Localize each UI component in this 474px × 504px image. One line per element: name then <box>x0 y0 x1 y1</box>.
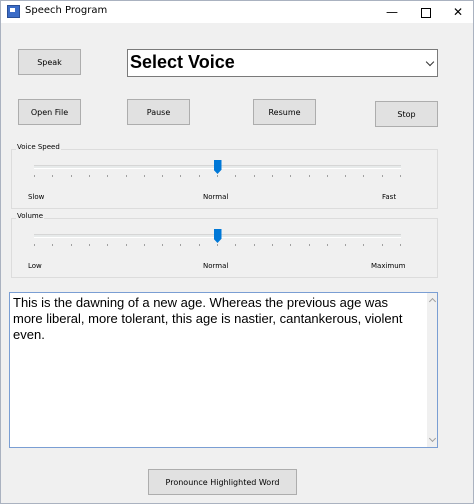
voice-speed-label: Voice Speed <box>16 143 61 151</box>
slider-tick <box>198 175 200 177</box>
chevron-down-icon <box>425 57 435 67</box>
voice-speed-group: Voice Speed Slow Normal Fast <box>11 143 438 209</box>
app-icon <box>7 5 20 18</box>
slider-tick <box>198 244 200 246</box>
slider-tick <box>180 175 182 177</box>
slider-tick <box>34 175 35 177</box>
slider-tick <box>162 175 164 177</box>
slider-tick <box>326 175 328 177</box>
voice-speed-max-label: Fast <box>382 193 397 201</box>
minimize-button[interactable]: — <box>377 1 407 23</box>
slider-tick <box>326 244 328 246</box>
slider-tick <box>400 244 401 246</box>
slider-tick <box>381 175 383 177</box>
slider-tick <box>217 175 218 177</box>
slider-tick <box>52 175 54 177</box>
slider-tick <box>290 244 292 246</box>
slider-tick <box>143 244 145 246</box>
app-window: Speech Program — ✕ Speak Select Voice Op… <box>0 0 474 504</box>
volume-max-label: Maximum <box>371 262 406 270</box>
pause-button[interactable]: Pause <box>127 99 190 125</box>
title-bar: Speech Program — ✕ <box>1 1 473 23</box>
scroll-down-icon[interactable] <box>427 435 437 445</box>
slider-tick <box>52 244 54 246</box>
voice-speed-ticks <box>34 175 401 178</box>
slider-tick <box>88 175 90 177</box>
slider-tick <box>363 175 365 177</box>
slider-tick <box>363 244 365 246</box>
slider-tick <box>125 175 127 177</box>
volume-min-label: Low <box>28 262 42 270</box>
slider-tick <box>162 244 164 246</box>
slider-tick <box>88 244 90 246</box>
close-icon: ✕ <box>452 5 464 19</box>
volume-thumb[interactable] <box>213 229 222 243</box>
slider-tick <box>308 244 310 246</box>
slider-tick <box>253 244 255 246</box>
slider-tick <box>345 244 347 246</box>
slider-tick <box>345 175 347 177</box>
slider-tick <box>253 175 255 177</box>
close-button[interactable]: ✕ <box>443 1 473 23</box>
slider-tick <box>70 175 72 177</box>
stop-button[interactable]: Stop <box>375 101 438 127</box>
slider-tick <box>70 244 72 246</box>
slider-tick <box>308 175 310 177</box>
volume-mid-label: Normal <box>203 262 229 270</box>
volume-group: Volume Low Normal Maximum <box>11 212 438 278</box>
volume-ticks <box>34 244 401 247</box>
speech-text: This is the dawning of a new age. Wherea… <box>13 295 403 342</box>
voice-speed-thumb[interactable] <box>213 160 222 174</box>
voice-speed-mid-label: Normal <box>203 193 229 201</box>
slider-tick <box>290 175 292 177</box>
slider-tick <box>107 244 109 246</box>
open-file-button[interactable]: Open File <box>18 99 81 125</box>
pronounce-highlighted-word-button[interactable]: Pronounce Highlighted Word <box>148 469 297 495</box>
slider-tick <box>381 244 383 246</box>
slider-tick <box>235 175 237 177</box>
slider-tick <box>107 175 109 177</box>
voice-select-value: Select Voice <box>130 52 235 72</box>
window-title: Speech Program <box>25 5 108 16</box>
slider-tick <box>217 244 218 246</box>
slider-tick <box>34 244 35 246</box>
slider-tick <box>235 244 237 246</box>
maximize-icon <box>421 7 431 18</box>
voice-speed-min-label: Slow <box>28 193 45 201</box>
slider-tick <box>400 175 401 177</box>
resume-button[interactable]: Resume <box>253 99 316 125</box>
slider-tick <box>271 175 273 177</box>
slider-tick <box>271 244 273 246</box>
maximize-button[interactable] <box>411 1 441 23</box>
minimize-icon: — <box>386 5 398 19</box>
slider-tick <box>125 244 127 246</box>
speak-button[interactable]: Speak <box>18 49 81 75</box>
scroll-up-icon[interactable] <box>427 295 437 305</box>
slider-tick <box>143 175 145 177</box>
vertical-scrollbar[interactable] <box>427 293 437 447</box>
slider-tick <box>180 244 182 246</box>
volume-label: Volume <box>16 212 45 220</box>
speech-text-area[interactable]: This is the dawning of a new age. Wherea… <box>9 292 438 448</box>
voice-select[interactable]: Select Voice <box>127 49 438 77</box>
